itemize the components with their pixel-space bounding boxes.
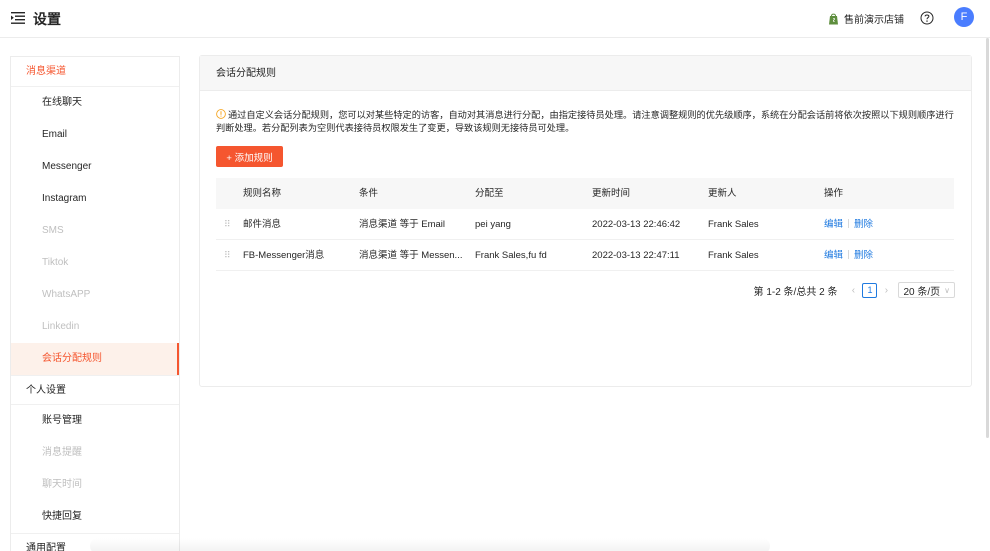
help-icon[interactable] — [920, 11, 934, 25]
delete-rule-link[interactable]: 删除 — [854, 219, 873, 230]
rule-assign: Frank Sales,fu fd — [475, 250, 547, 261]
column-header-assign: 分配至 — [475, 188, 504, 199]
rule-updated-at: 2022-03-13 22:47:11 — [592, 250, 680, 261]
page-number-current[interactable]: 1 — [862, 282, 878, 298]
edit-rule-link[interactable]: 编辑 — [824, 219, 843, 230]
chevron-down-icon: ∨ — [944, 285, 950, 295]
settings-sidebar: 消息渠道 在线聊天 Email Messenger Instagram SMS … — [10, 56, 180, 551]
sidebar-item-chat-hours: 聊天时间 — [42, 479, 82, 490]
page-scrollbar[interactable] — [985, 38, 990, 438]
pagination: 第 1-2 条/总共 2 条 ‹ 1 › 20 条/页 ∨ — [754, 282, 955, 298]
store-name: 售前演示店铺 — [844, 15, 904, 26]
table-row: ⠿ FB-Messenger消息 消息渠道 等于 Messen... Frank… — [216, 240, 954, 271]
sidebar-item-linkedin: Linkedin — [42, 321, 80, 332]
menu-collapse-icon[interactable] — [11, 12, 25, 24]
rule-actions: 编辑 删除 — [824, 209, 904, 240]
rules-notice: 通过自定义会话分配规则，您可以对某些特定的访客，自动对其消息进行分配，由指定接待… — [216, 109, 956, 135]
sidebar-item-quick-replies[interactable]: 快捷回复 — [11, 501, 179, 533]
pagination-summary: 第 1-2 条/总共 2 条 — [753, 286, 838, 298]
next-page-icon[interactable]: › — [880, 285, 892, 296]
prev-page-icon[interactable]: ‹ — [847, 285, 859, 296]
delete-rule-link[interactable]: 删除 — [854, 250, 873, 261]
rule-name: FB-Messenger消息 — [243, 250, 325, 261]
column-header-updated-at: 更新时间 — [592, 188, 631, 199]
rule-actions: 编辑 删除 — [824, 240, 904, 271]
scrollbar-thumb[interactable] — [986, 38, 989, 438]
notice-text: 通过自定义会话分配规则，您可以对某些特定的访客，自动对其消息进行分配，由指定接待… — [216, 110, 954, 133]
sidebar-item-sms: SMS — [42, 225, 64, 236]
top-header: 设置 售前演示店铺 F — [0, 0, 990, 38]
add-rule-button[interactable]: + 添加规则 — [216, 146, 283, 167]
store-switcher[interactable]: 售前演示店铺 — [828, 11, 904, 26]
column-header-name: 规则名称 — [243, 188, 282, 199]
rule-assign: pei yang — [475, 219, 511, 230]
rule-condition: 消息渠道 等于 Email — [359, 219, 446, 230]
bottom-shadow — [90, 538, 770, 551]
sidebar-item-assignment-rules[interactable]: 会话分配规则 — [11, 343, 179, 375]
column-header-updated-by: 更新人 — [708, 188, 737, 199]
info-circle-icon — [216, 109, 226, 119]
rule-updated-by: Frank Sales — [708, 219, 759, 230]
shopify-bag-icon — [829, 13, 838, 24]
page-size-value: 20 条/页 — [903, 286, 941, 298]
rule-name: 邮件消息 — [243, 219, 282, 230]
table-row: ⠿ 邮件消息 消息渠道 等于 Email pei yang 2022-03-13… — [216, 209, 954, 240]
sidebar-group-message-channels[interactable]: 消息渠道 — [11, 57, 179, 87]
panel-title: 会话分配规则 — [200, 56, 971, 91]
column-header-ops: 操作 — [824, 188, 844, 199]
drag-handle-icon[interactable]: ⠿ — [224, 209, 234, 240]
assignment-rules-panel: 会话分配规则 通过自定义会话分配规则，您可以对某些特定的访客，自动对其消息进行分… — [199, 55, 972, 387]
sidebar-item-whatsapp: WhatsAPP — [42, 289, 91, 300]
sidebar-item-email[interactable]: Email — [11, 119, 179, 151]
sidebar-item-instagram[interactable]: Instagram — [11, 183, 179, 215]
rule-condition: 消息渠道 等于 Messen... — [359, 250, 463, 261]
page-title: 设置 — [33, 11, 61, 27]
table-header-row: 规则名称 条件 分配至 更新时间 更新人 操作 — [216, 178, 954, 209]
action-divider — [848, 219, 850, 228]
rules-table: 规则名称 条件 分配至 更新时间 更新人 操作 ⠿ 邮件消息 消息渠道 等于 E… — [216, 178, 954, 271]
action-divider — [848, 250, 850, 259]
column-header-condition: 条件 — [359, 188, 379, 199]
rule-updated-by: Frank Sales — [708, 250, 759, 261]
sidebar-group-personal-settings[interactable]: 个人设置 — [11, 375, 179, 405]
sidebar-item-live-chat[interactable]: 在线聊天 — [11, 87, 179, 119]
sidebar-item-account[interactable]: 账号管理 — [11, 405, 179, 437]
drag-handle-icon[interactable]: ⠿ — [224, 240, 234, 271]
rule-updated-at: 2022-03-13 22:46:42 — [592, 219, 681, 230]
edit-rule-link[interactable]: 编辑 — [824, 250, 843, 261]
sidebar-item-notifications: 消息提醒 — [42, 447, 82, 458]
sidebar-item-messenger[interactable]: Messenger — [11, 151, 179, 183]
sidebar-item-tiktok: Tiktok — [42, 257, 69, 268]
user-avatar[interactable]: F — [954, 7, 974, 27]
page-size-select[interactable]: 20 条/页 ∨ — [898, 282, 955, 298]
